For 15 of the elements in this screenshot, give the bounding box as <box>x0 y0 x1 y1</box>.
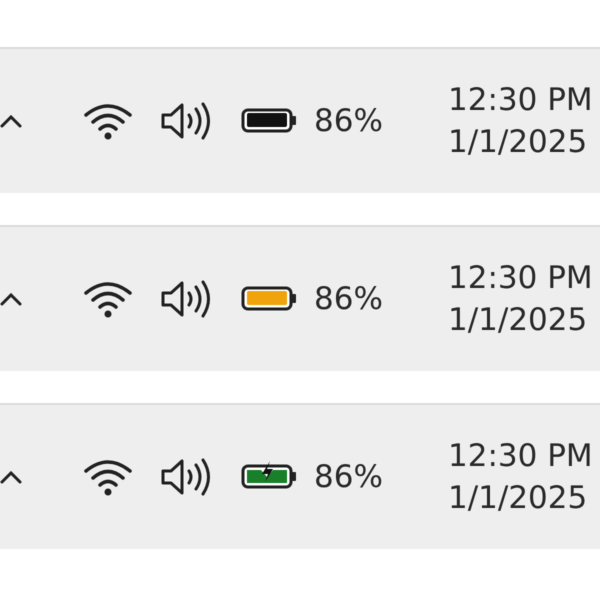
chevron-up-icon[interactable] <box>0 470 22 484</box>
clock-time[interactable]: 12:30 PM <box>448 438 593 474</box>
clock-date[interactable]: 1/1/2025 <box>448 124 588 160</box>
clock-time[interactable]: 12:30 PM <box>448 82 593 118</box>
clock-date[interactable]: 1/1/2025 <box>448 480 588 516</box>
wifi-icon[interactable] <box>82 101 134 141</box>
clock-time[interactable]: 12:30 PM <box>448 260 593 296</box>
battery-percentage: 86% <box>314 281 383 317</box>
clock-date[interactable]: 1/1/2025 <box>448 302 588 338</box>
battery-percentage: 86% <box>314 459 383 495</box>
battery-percentage: 86% <box>314 103 383 139</box>
wifi-icon[interactable] <box>82 279 134 319</box>
chevron-up-icon[interactable] <box>0 114 22 128</box>
chevron-up-icon[interactable] <box>0 292 22 306</box>
wifi-icon[interactable] <box>82 457 134 497</box>
